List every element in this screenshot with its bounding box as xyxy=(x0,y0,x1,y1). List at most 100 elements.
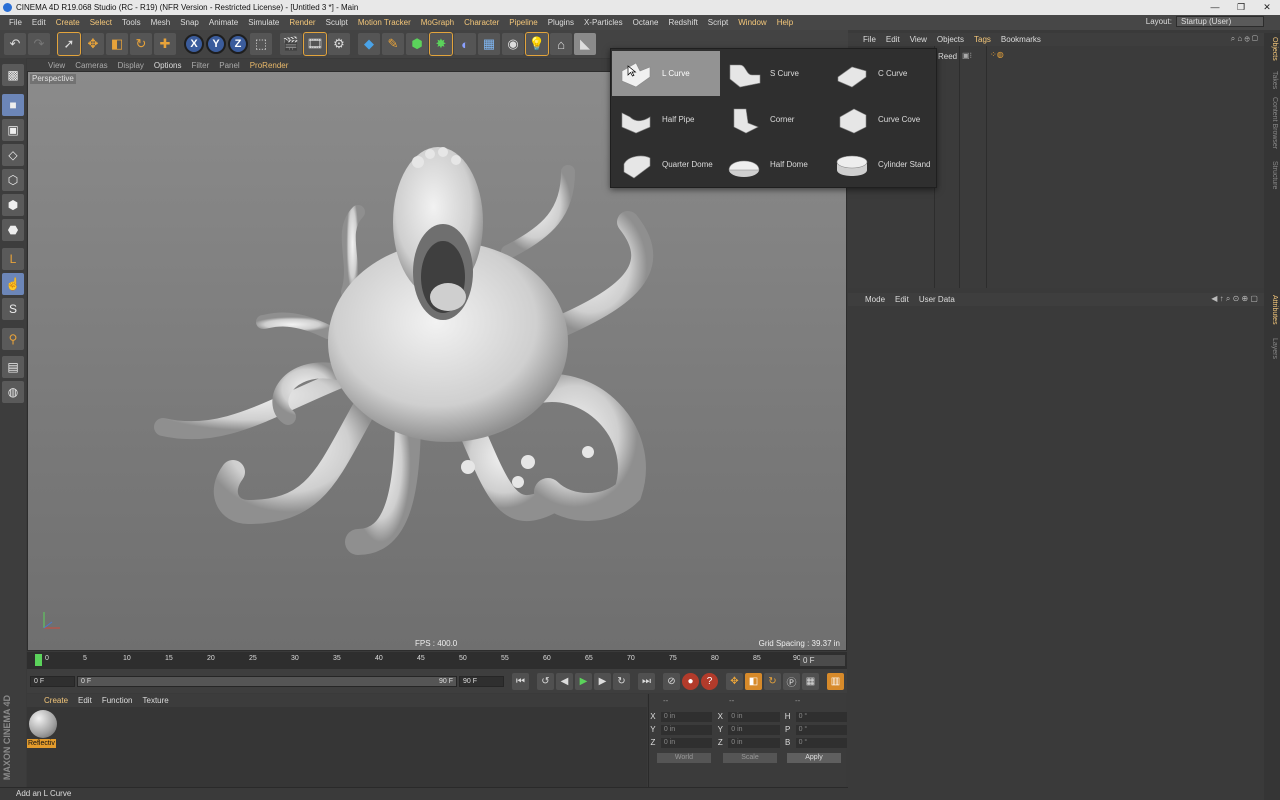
menu-simulate[interactable]: Simulate xyxy=(243,15,284,30)
rotate-icon[interactable]: ↻ xyxy=(130,33,152,55)
popup-item-cylinder-stand[interactable]: Cylinder Stand xyxy=(828,142,936,187)
menu-mograph[interactable]: MoGraph xyxy=(416,15,459,30)
scale-dropdown[interactable]: Scale xyxy=(723,753,777,763)
scheme-icon[interactable]: ▥ xyxy=(827,672,844,690)
make-editable-icon[interactable]: ▩ xyxy=(2,64,24,86)
obj-menu-file[interactable]: File xyxy=(858,35,881,44)
mat-menu-edit[interactable]: Edit xyxy=(73,696,97,705)
menu-render[interactable]: Render xyxy=(284,15,320,30)
solo-icon[interactable]: ◍ xyxy=(2,381,24,403)
size-x-field[interactable]: 0 in xyxy=(728,711,780,722)
scale-icon[interactable]: ◧ xyxy=(106,33,128,55)
visibility-icon[interactable]: ▣⁝ xyxy=(962,51,972,60)
record-active-icon[interactable]: ● xyxy=(682,672,699,690)
mat-menu-texture[interactable]: Texture xyxy=(138,696,174,705)
obj-menu-tags[interactable]: Tags xyxy=(969,35,996,44)
move-icon[interactable]: ✥ xyxy=(82,33,104,55)
tab-takes[interactable]: Takes xyxy=(1266,71,1278,89)
points-mode-icon[interactable]: ⬡ xyxy=(2,169,24,191)
menu-create[interactable]: Create xyxy=(51,15,85,30)
obj-menu-bookmarks[interactable]: Bookmarks xyxy=(996,35,1046,44)
layout-dropdown[interactable]: Startup (User) xyxy=(1176,16,1264,27)
next-frame-icon[interactable]: ▶ xyxy=(594,672,611,690)
x-axis-icon[interactable]: X xyxy=(184,34,204,54)
edges-mode-icon[interactable]: ⬢ xyxy=(2,194,24,216)
menu-select[interactable]: Select xyxy=(85,15,117,30)
floor-icon[interactable]: ▦ xyxy=(478,33,500,55)
render-view-icon[interactable]: 🎬 xyxy=(280,33,302,55)
prev-key-icon[interactable]: ↺ xyxy=(537,672,554,690)
menu-mesh[interactable]: Mesh xyxy=(146,15,176,30)
position-z-field[interactable]: 0 in xyxy=(660,737,713,748)
y-axis-icon[interactable]: Y xyxy=(206,34,226,54)
rotation-b-field[interactable]: 0 ° xyxy=(795,737,847,748)
deformer-icon[interactable]: ◐ xyxy=(454,33,476,55)
popup-item-curve-cove[interactable]: Curve Cove xyxy=(828,97,936,142)
obj-menu-edit[interactable]: Edit xyxy=(881,35,905,44)
house-icon[interactable]: ⌂ xyxy=(550,33,572,55)
menu-character[interactable]: Character xyxy=(459,15,504,30)
attr-menu-mode[interactable]: Mode xyxy=(860,295,890,304)
viewport-menu-cameras[interactable]: Cameras xyxy=(70,61,112,70)
viewport-menu-panel[interactable]: Panel xyxy=(214,61,244,70)
go-to-start-icon[interactable]: ⏮ xyxy=(512,672,529,690)
coordinate-system-icon[interactable]: ⬚ xyxy=(250,33,272,55)
key-pla-icon[interactable]: ▦ xyxy=(802,672,819,690)
render-settings-icon[interactable]: ⚙ xyxy=(328,33,350,55)
snapping-icon[interactable]: S xyxy=(2,298,24,320)
key-rotation-icon[interactable]: ↻ xyxy=(764,672,781,690)
key-parameter-icon[interactable]: Ⓟ xyxy=(783,672,800,690)
undo-icon[interactable]: ↶ xyxy=(4,33,26,55)
attr-menu-edit[interactable]: Edit xyxy=(890,295,914,304)
end-frame-field[interactable]: 90 F xyxy=(459,675,504,687)
material-preview[interactable] xyxy=(29,710,57,738)
position-x-field[interactable]: 0 in xyxy=(660,711,713,722)
viewport-menu-prorender[interactable]: ProRender xyxy=(245,61,294,70)
prev-frame-icon[interactable]: ◀ xyxy=(556,672,573,690)
play-icon[interactable]: ▶ xyxy=(575,672,592,690)
frame-range-slider[interactable]: 0 F 90 F xyxy=(77,675,457,687)
lock-workplane-icon[interactable]: ⚲ xyxy=(2,328,24,350)
menu-octane[interactable]: Octane xyxy=(628,15,664,30)
z-axis-icon[interactable]: Z xyxy=(228,34,248,54)
autokey-icon[interactable]: ? xyxy=(701,672,718,690)
tab-structure[interactable]: Structure xyxy=(1266,161,1278,189)
polygons-mode-icon[interactable]: ⬣ xyxy=(2,219,24,241)
menu-help[interactable]: Help xyxy=(772,15,798,30)
viewport-menu-options[interactable]: Options xyxy=(149,61,187,70)
popup-item-half-dome[interactable]: Half Dome xyxy=(720,142,828,187)
cube-icon[interactable]: ◆ xyxy=(358,33,380,55)
start-frame-field[interactable]: 0 F xyxy=(30,675,75,687)
planar-workplane-icon[interactable]: ▤ xyxy=(2,356,24,378)
menu-sculpt[interactable]: Sculpt xyxy=(321,15,353,30)
menu-x-particles[interactable]: X-Particles xyxy=(579,15,628,30)
menu-window[interactable]: Window xyxy=(733,15,771,30)
array-icon[interactable]: ✸ xyxy=(429,32,453,56)
menu-file[interactable]: File xyxy=(4,15,27,30)
menu-redshift[interactable]: Redshift xyxy=(663,15,702,30)
menu-animate[interactable]: Animate xyxy=(204,15,243,30)
popup-item-corner[interactable]: Corner xyxy=(720,97,828,142)
mat-menu-create[interactable]: Create xyxy=(39,696,73,705)
obj-menu-objects[interactable]: Objects xyxy=(932,35,969,44)
record-disabled-icon[interactable]: ⊘ xyxy=(663,672,680,690)
menu-tools[interactable]: Tools xyxy=(117,15,146,30)
tweak-mode-icon[interactable]: ☝ xyxy=(2,273,24,295)
texture-mode-icon[interactable]: ▣ xyxy=(2,119,24,141)
key-position-icon[interactable]: ✥ xyxy=(726,672,743,690)
workplane-icon[interactable]: ◇ xyxy=(2,144,24,166)
viewport-menu-view[interactable]: View xyxy=(43,61,70,70)
obj-menu-view[interactable]: View xyxy=(905,35,932,44)
menu-motion-tracker[interactable]: Motion Tracker xyxy=(353,15,416,30)
size-y-field[interactable]: 0 in xyxy=(728,724,780,735)
tag-icon[interactable]: ⁘◍ xyxy=(990,50,1004,59)
next-key-icon[interactable]: ↻ xyxy=(613,672,630,690)
go-to-end-icon[interactable]: ⏭ xyxy=(638,672,655,690)
camera-icon[interactable]: ◉ xyxy=(502,33,524,55)
apply-button[interactable]: Apply xyxy=(787,753,841,763)
model-mode-icon[interactable]: ■ xyxy=(2,94,24,116)
world-dropdown[interactable]: World xyxy=(657,753,711,763)
tab-layers[interactable]: Layers xyxy=(1266,338,1278,359)
subdivision-icon[interactable]: ⬢ xyxy=(406,33,428,55)
tab-content-browser[interactable]: Content Browser xyxy=(1266,97,1278,149)
